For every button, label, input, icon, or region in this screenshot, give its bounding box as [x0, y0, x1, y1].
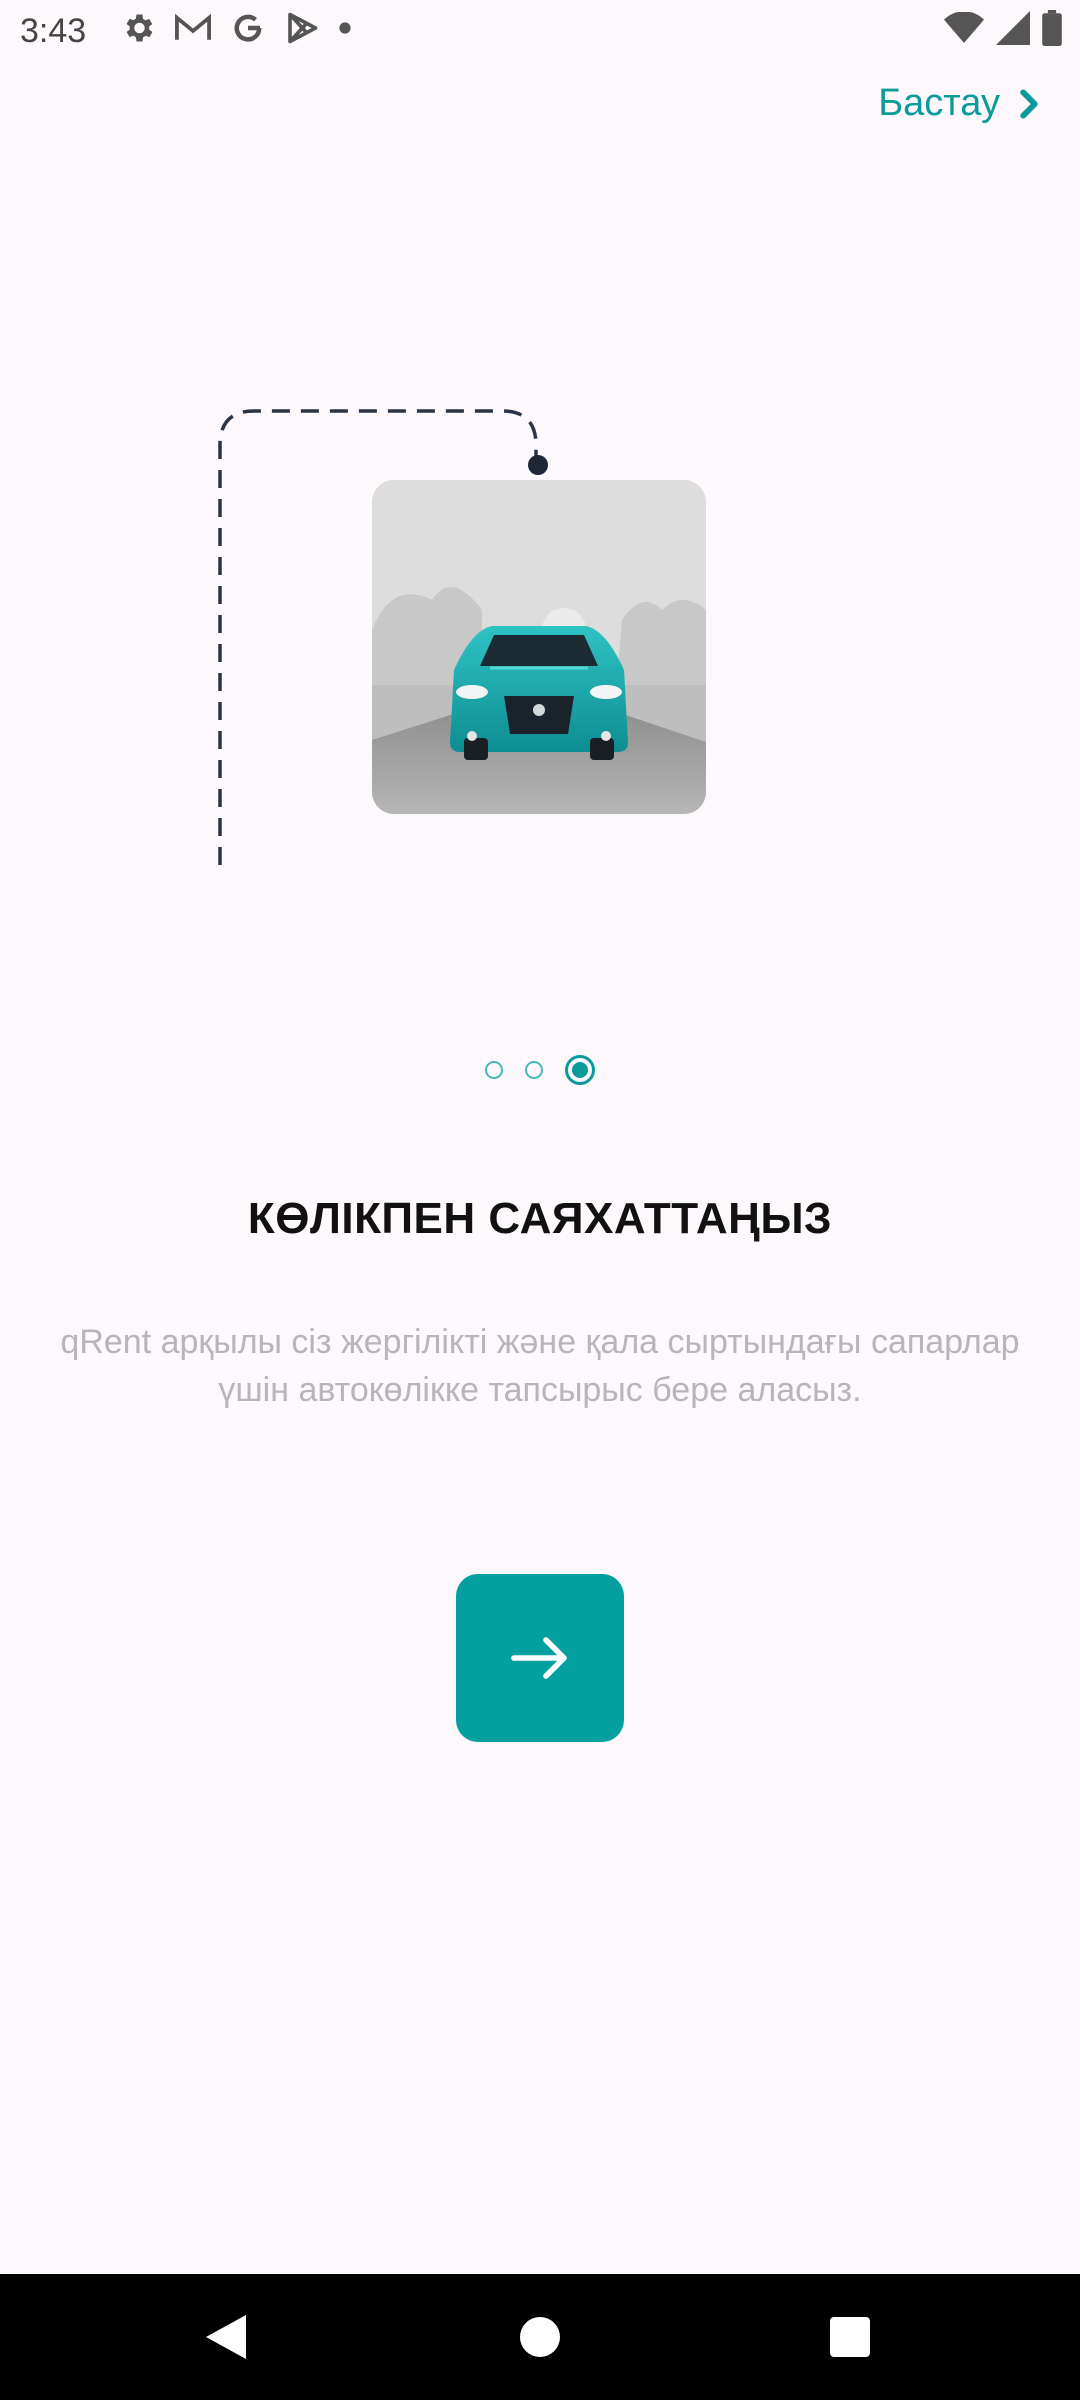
onboarding-description: qRent арқылы сіз жергілікті және қала сы…: [60, 1323, 1020, 1409]
back-button[interactable]: [166, 2274, 286, 2400]
page-dot: [525, 1061, 543, 1079]
wifi-icon: [944, 12, 984, 44]
battery-icon: [1042, 10, 1062, 46]
arrow-right-icon: [510, 1636, 570, 1680]
status-time: 3:43: [20, 12, 87, 50]
gear-icon: [120, 10, 156, 46]
system-navigation-bar: [0, 2274, 1080, 2400]
back-icon: [205, 2315, 247, 2359]
google-icon: [230, 10, 266, 46]
notification-dot-icon: [338, 21, 352, 35]
signal-icon: [996, 11, 1030, 45]
status-icons-right: [944, 10, 1062, 46]
car-illustration: [372, 480, 706, 814]
page-dot-active: [565, 1055, 595, 1085]
gmail-icon: [174, 13, 212, 43]
status-icons-left: [120, 10, 352, 46]
skip-button[interactable]: Бастау: [878, 82, 1040, 125]
skip-label: Бастау: [878, 82, 1000, 124]
page-indicator: [0, 1055, 1080, 1085]
home-icon: [520, 2317, 560, 2357]
recents-icon: [830, 2317, 870, 2357]
recents-button[interactable]: [790, 2274, 910, 2400]
chevron-right-icon: [1018, 88, 1040, 120]
next-button[interactable]: [456, 1574, 624, 1742]
page-dot: [485, 1061, 503, 1079]
home-button[interactable]: [480, 2274, 600, 2400]
status-bar: 3:43: [0, 0, 1080, 62]
onboarding-title: КӨЛІКПЕН САЯХАТТАҢЫЗ: [247, 1194, 833, 1243]
play-store-icon: [284, 10, 320, 46]
